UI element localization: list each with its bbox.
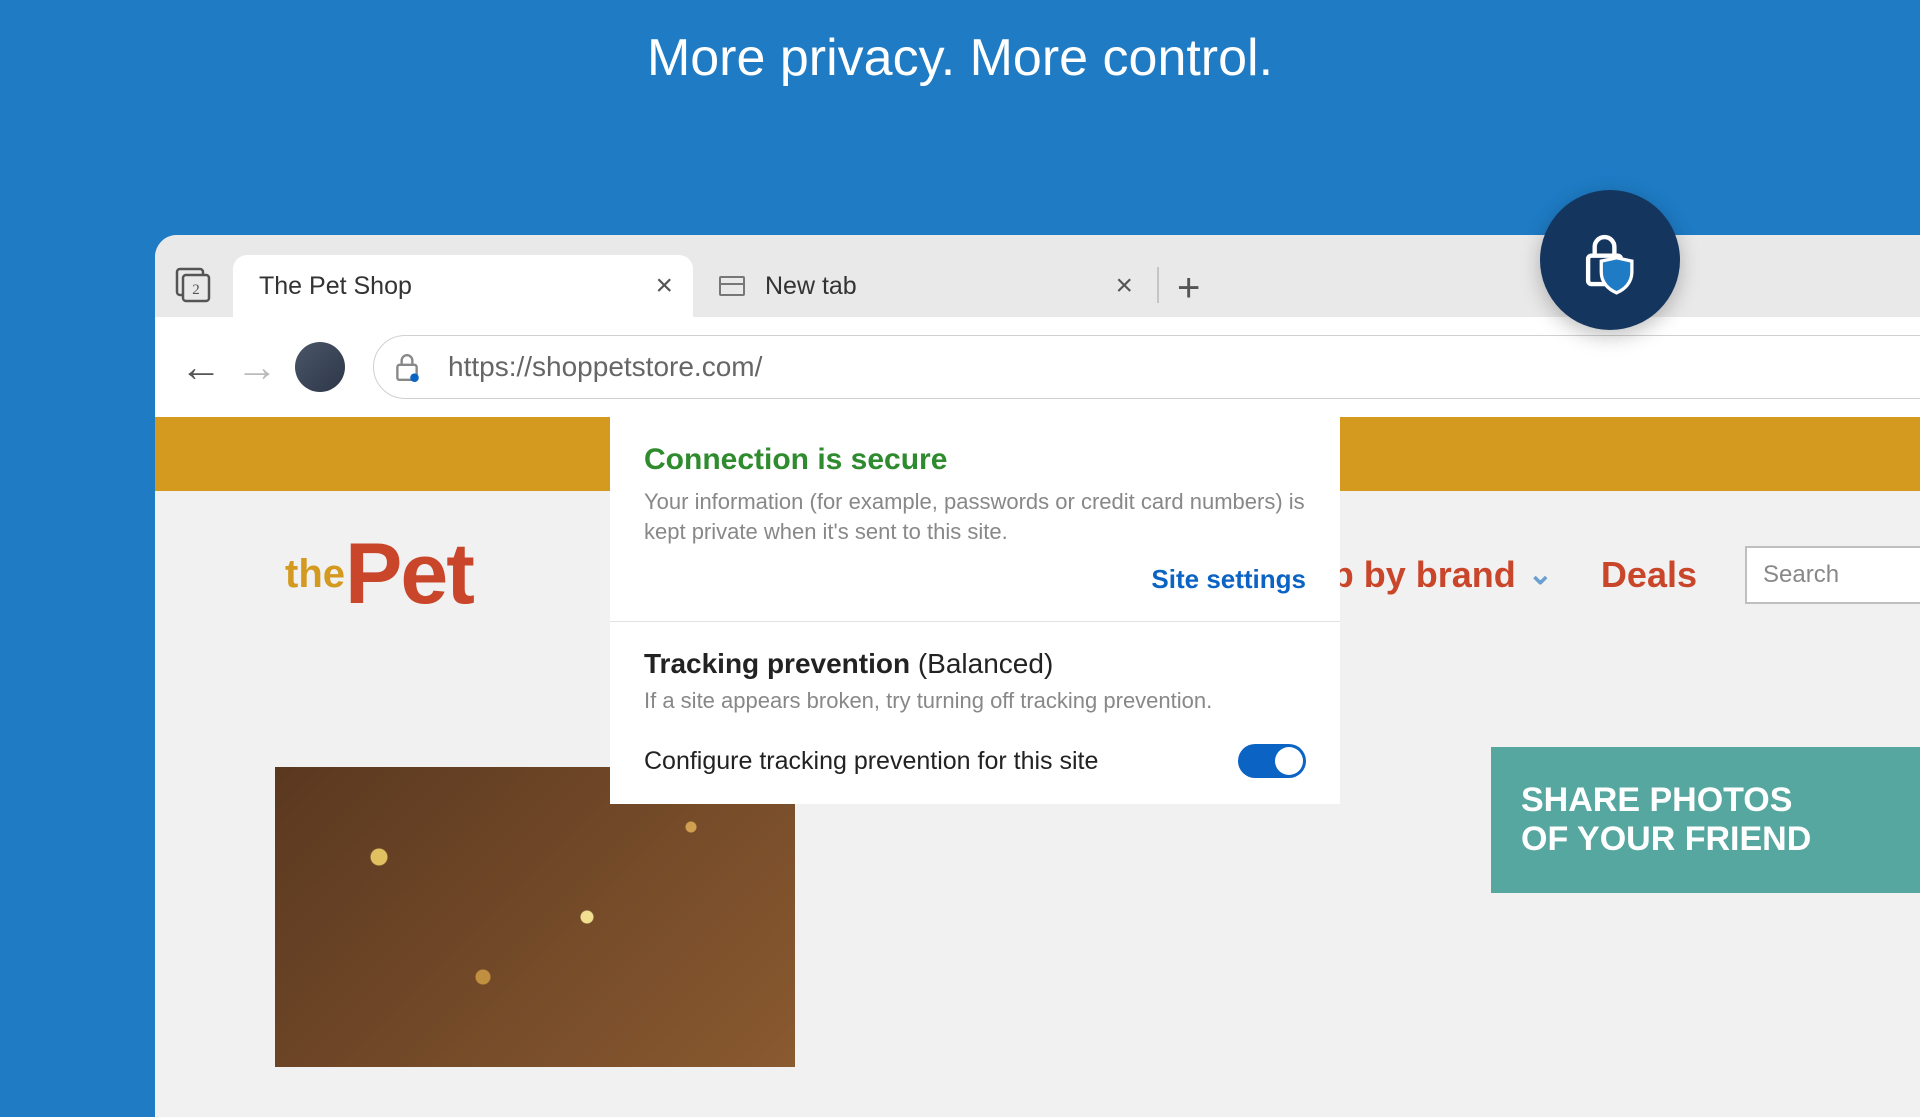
tab-separator xyxy=(1157,267,1159,303)
new-tab-button[interactable]: + xyxy=(1177,266,1200,311)
site-hero-image xyxy=(275,767,795,1067)
logo-text-pet: Pet xyxy=(345,526,473,622)
tracking-mode: (Balanced) xyxy=(918,648,1053,679)
back-button[interactable]: ← xyxy=(173,343,229,391)
tracking-config-label: Configure tracking prevention for this s… xyxy=(644,745,1098,778)
hero-title: More privacy. More control. xyxy=(0,0,1920,88)
privacy-badge xyxy=(1540,190,1680,330)
tab-pet-shop[interactable]: The Pet Shop × xyxy=(233,255,693,317)
lock-shield-icon xyxy=(1575,225,1645,295)
tabs-icon: 2 xyxy=(174,266,212,304)
tab-close-button[interactable]: × xyxy=(1115,269,1133,303)
site-identity-button[interactable] xyxy=(394,352,424,382)
profile-avatar[interactable] xyxy=(295,342,345,392)
site-search-input[interactable]: Search xyxy=(1745,546,1920,604)
tab-label: New tab xyxy=(765,272,857,301)
tracking-prevention-subtitle: If a site appears broken, try turning of… xyxy=(644,688,1306,714)
nav-deals[interactable]: Deals xyxy=(1601,554,1697,596)
svg-text:2: 2 xyxy=(192,282,200,298)
promo-line: OF YOUR FRIEND xyxy=(1521,820,1920,859)
tab-close-button[interactable]: × xyxy=(655,269,673,303)
promo-line: SHARE PHOTOS xyxy=(1521,781,1920,820)
site-settings-link[interactable]: Site settings xyxy=(644,564,1306,595)
search-placeholder: Search xyxy=(1763,561,1839,589)
promo-card[interactable]: SHARE PHOTOS OF YOUR FRIEND xyxy=(1491,747,1920,893)
tab-count-button[interactable]: 2 xyxy=(173,265,213,305)
newtab-page-icon xyxy=(719,276,745,296)
forward-button[interactable]: → xyxy=(229,343,285,391)
connection-secure-title: Connection is secure xyxy=(644,443,1306,477)
toolbar: ← → https://shoppetstore.com/ xyxy=(155,317,1920,417)
tab-new-tab[interactable]: New tab × xyxy=(693,255,1153,317)
browser-window: 2 The Pet Shop × New tab × + ← → xyxy=(155,235,1920,1117)
logo-text-the: the xyxy=(285,552,345,597)
tracking-toggle[interactable] xyxy=(1238,744,1306,778)
nav-label: Deals xyxy=(1601,554,1697,596)
connection-secure-description: Your information (for example, passwords… xyxy=(644,487,1306,546)
chevron-down-icon: ⌄ xyxy=(1528,557,1553,592)
site-logo[interactable]: thePet xyxy=(285,525,473,624)
address-url: https://shoppetstore.com/ xyxy=(448,351,762,383)
lock-icon xyxy=(394,352,420,382)
address-bar[interactable]: https://shoppetstore.com/ xyxy=(373,335,1920,399)
tracking-prevention-title: Tracking prevention (Balanced) xyxy=(644,648,1306,680)
tab-label: The Pet Shop xyxy=(259,272,412,301)
site-info-popup: Connection is secure Your information (f… xyxy=(610,417,1340,804)
